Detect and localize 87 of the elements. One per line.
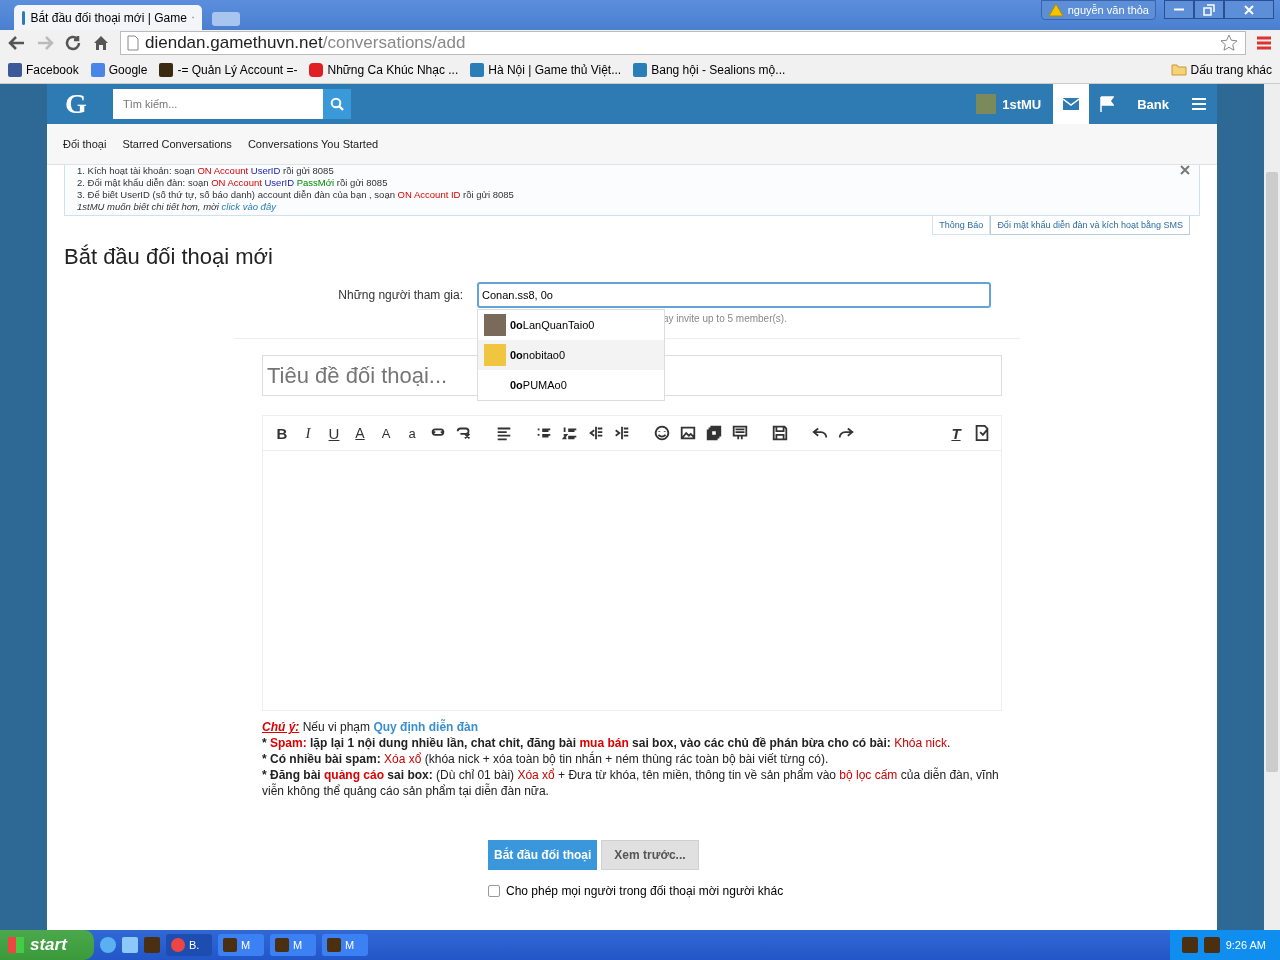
flag-icon <box>1100 96 1115 112</box>
close-button[interactable] <box>1224 0 1274 19</box>
home-icon[interactable] <box>92 34 110 52</box>
suggestion-item[interactable]: 0oLanQuanTaio0 <box>478 310 664 340</box>
minimize-icon <box>1173 8 1185 11</box>
notice-text: 1stMU muốn biết chi tiết hơn, mời <box>77 201 220 212</box>
participants-label: Những người tham gia: <box>337 287 464 304</box>
search-button[interactable] <box>323 89 351 119</box>
bookmark-icon <box>309 62 324 77</box>
message-editor[interactable]: B I U A A a T <box>262 415 1002 711</box>
browser-tab[interactable]: Bắt đầu đối thoại mới | Game <box>14 5 202 30</box>
indent-icon[interactable] <box>613 424 631 442</box>
game-icon[interactable] <box>1181 937 1198 953</box>
rule-text: * Spam: lặp lại 1 nội dung nhiều lần, chat chit, đăng bài mua bán sai box, vào các chủ đề phán bừa cho có bài: Khóa nick. <box>262 735 952 751</box>
back-icon[interactable] <box>8 35 26 51</box>
reload-icon[interactable] <box>64 34 82 52</box>
game-icon[interactable] <box>1203 937 1220 953</box>
bank-link[interactable]: Bank <box>1125 84 1181 124</box>
search-icon <box>330 97 344 111</box>
taskbar-button[interactable]: M <box>218 934 264 956</box>
source-toggle-icon[interactable] <box>973 424 991 442</box>
smiley-icon[interactable] <box>653 424 671 442</box>
minimize-button[interactable] <box>1164 0 1194 19</box>
inbox-button[interactable] <box>1053 84 1090 124</box>
media-icon[interactable] <box>705 424 723 442</box>
taskbar-button[interactable]: B. <box>166 934 212 956</box>
page-icon <box>127 35 139 51</box>
preview-button[interactable]: Xem trước... <box>601 840 699 870</box>
warning-icon <box>1047 3 1064 17</box>
menu-icon <box>1192 98 1206 110</box>
format-button[interactable]: A <box>377 425 395 441</box>
star-icon[interactable] <box>1219 33 1239 53</box>
bookmark-link[interactable]: Google <box>90 62 148 77</box>
notice-line: 1. Kích hoạt tài khoản: soạn ON Account UserID rồi gửi 8085 <box>77 165 334 177</box>
bookmark-icon <box>159 62 174 77</box>
suggestion-item[interactable]: 0onobitao0 <box>478 340 664 370</box>
bookmark-icon <box>90 62 105 77</box>
bookmark-icon <box>8 62 22 77</box>
nav-link[interactable]: Conversations You Started <box>247 138 379 150</box>
bookmark-link[interactable]: Những Ca Khúc Nhạc ... <box>309 62 459 77</box>
outdent-icon[interactable] <box>587 424 605 442</box>
restore-button[interactable] <box>1194 0 1224 19</box>
avatar-placeholder <box>484 314 506 336</box>
envelope-icon <box>1063 98 1080 110</box>
suggestion-item[interactable]: 0oPUMAo0 <box>478 370 664 400</box>
site-logo[interactable]: G <box>65 88 93 120</box>
bookmark-link[interactable]: Facebook <box>8 62 79 77</box>
nav-link[interactable]: Starred Conversations <box>122 138 232 150</box>
checkbox-label: Cho phép mọi người trong đối thoại mời người khác <box>506 884 784 898</box>
notice-line: 2. Đổi mật khẩu diễn đàn: soạn ON Account UserID PassMới rồi gửi 8085 <box>77 177 388 189</box>
avatar-placeholder <box>484 344 506 366</box>
scrollbar[interactable] <box>1264 84 1280 930</box>
format-button[interactable]: I <box>299 424 317 442</box>
more-info-link[interactable]: click vào đây <box>221 201 276 212</box>
allow-invite-checkbox[interactable] <box>488 885 500 897</box>
participants-field[interactable]: Conan.ss8, 0o <box>477 282 991 308</box>
user-menu[interactable]: 1stMU <box>964 84 1054 124</box>
template-icon[interactable] <box>731 424 749 442</box>
search-field[interactable]: Tìm kiếm... <box>113 89 323 119</box>
bookmark-link[interactable]: -= Quản Lý Account =- <box>159 62 298 77</box>
format-button[interactable]: B <box>273 424 291 442</box>
notice-tab[interactable]: Đổi mật khẩu diễn đàn và kích hoạt bằng SMS <box>990 216 1190 235</box>
format-button[interactable]: U <box>325 424 343 442</box>
address-bar[interactable]: diendan.gamethuvn.net/conversations/add <box>120 31 1246 55</box>
clear-format-button[interactable]: T <box>947 424 965 442</box>
format-button[interactable]: A <box>351 425 369 441</box>
save-icon[interactable] <box>771 424 789 442</box>
page-title: Bắt đầu đối thoại mới <box>64 244 274 270</box>
restore-icon <box>1203 3 1215 16</box>
notice-line: 3. Để biết UserID (số thứ tự, số báo danh) account diễn đàn của bạn , soạn ON Account ID rồi gửi 8085 <box>77 189 514 201</box>
browser-icon[interactable] <box>100 937 116 953</box>
image-icon[interactable] <box>679 424 697 442</box>
format-button[interactable]: a <box>403 425 421 441</box>
bookmark-icon <box>470 62 485 77</box>
menu-icon[interactable] <box>1256 36 1272 50</box>
bookmark-link[interactable]: Hà Nội | Game thủ Việt... <box>470 62 622 77</box>
bookmark-icon <box>633 62 648 77</box>
rule-text: * Đăng bài quảng cáo sai box: (Dù chỉ 01 bài) Xóa xổ + Đưa từ khóa, tên miền, thông tin về sản phẩm vào bộ lọc cấm của diễn đàn, vĩnh viễn không thể quảng cáo sản phẩm tại diễn đàn nữa. <box>262 767 1000 799</box>
rule-text: * Có nhiều bài spam: Xóa xổ (khóa nick + xóa toàn bộ tin nhắn + ném thùng rác toàn bộ bài viết từng có). <box>262 751 830 767</box>
folder-icon <box>1170 63 1187 76</box>
clock: 9:26 AM <box>1225 939 1266 951</box>
nav-link[interactable]: Đối thoại <box>63 138 107 150</box>
bookmark-folder[interactable]: Dấu trang khác <box>1170 62 1272 77</box>
taskbar-button[interactable]: M <box>322 934 368 956</box>
rule-text: Chú ý: Nếu vi phạm Quy định diễn đàn <box>262 719 480 735</box>
taskbar-button[interactable]: M <box>270 934 316 956</box>
bookmark-link[interactable]: Bang hội - Sealions mộ... <box>633 62 786 77</box>
